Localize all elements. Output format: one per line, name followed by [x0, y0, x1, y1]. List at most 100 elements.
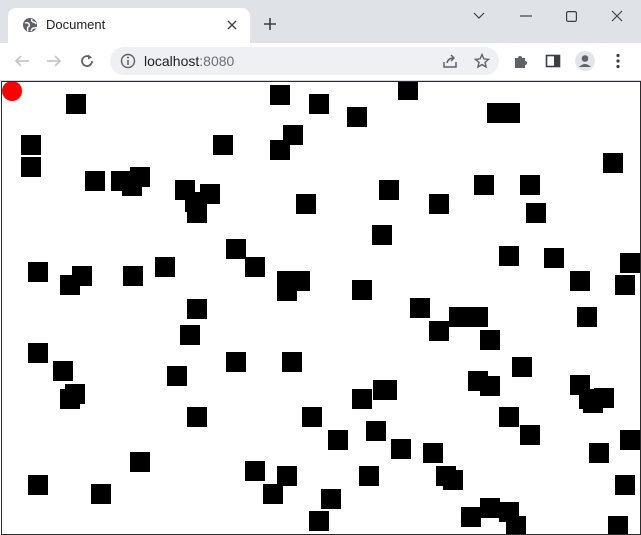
chevron-down-icon[interactable]	[459, 4, 499, 28]
obstacle-block	[366, 421, 386, 441]
obstacle-block	[577, 307, 597, 327]
obstacle-block	[500, 103, 520, 123]
obstacle-block	[213, 135, 233, 155]
obstacle-block	[615, 475, 635, 495]
obstacle-block	[480, 498, 500, 518]
maximize-icon[interactable]	[551, 4, 591, 28]
kebab-menu-icon[interactable]	[608, 51, 628, 71]
obstacle-block	[66, 94, 86, 114]
obstacle-block	[423, 443, 443, 463]
url-port: :8080	[199, 53, 235, 69]
profile-icon[interactable]	[575, 51, 595, 71]
obstacle-block	[91, 484, 111, 504]
obstacle-block	[155, 257, 175, 277]
obstacle-block	[187, 299, 207, 319]
obstacle-block	[443, 470, 463, 490]
url-host: localhost	[144, 53, 200, 69]
tab-document[interactable]: Document	[8, 8, 250, 43]
obstacle-block	[474, 175, 494, 195]
obstacle-block	[28, 343, 48, 363]
obstacle-block	[589, 443, 609, 463]
obstacle-block	[270, 140, 290, 160]
obstacle-block	[270, 85, 290, 105]
plus-icon[interactable]	[261, 15, 279, 33]
obstacle-block	[85, 171, 105, 191]
player-ball[interactable]	[2, 82, 22, 101]
obstacle-block	[594, 388, 614, 408]
obstacle-block	[347, 107, 367, 127]
obstacle-block	[296, 194, 316, 214]
game-field	[2, 82, 640, 534]
obstacle-block	[620, 430, 640, 450]
obstacle-block	[480, 376, 500, 396]
obstacle-block	[130, 452, 150, 472]
star-icon[interactable]	[472, 51, 492, 71]
obstacle-block	[352, 280, 372, 300]
obstacle-block	[277, 281, 297, 301]
obstacle-block	[309, 511, 329, 531]
obstacle-block	[328, 430, 348, 450]
obstacle-block	[123, 266, 143, 286]
obstacle-block	[461, 507, 481, 527]
obstacle-block	[263, 484, 283, 504]
obstacle-block	[122, 176, 142, 196]
obstacle-block	[53, 361, 73, 381]
obstacle-block	[21, 157, 41, 177]
back-arrow-icon[interactable]	[12, 51, 32, 71]
minimize-icon[interactable]	[506, 4, 546, 28]
forward-arrow-icon[interactable]	[44, 51, 64, 71]
obstacle-block	[359, 466, 379, 486]
obstacle-block	[187, 407, 207, 427]
obstacle-block	[302, 407, 322, 427]
obstacle-block	[187, 203, 207, 223]
globe-icon	[22, 17, 38, 33]
obstacle-block	[377, 380, 397, 400]
obstacle-block	[468, 307, 488, 327]
obstacle-block	[180, 325, 200, 345]
obstacle-block	[615, 275, 635, 295]
obstacle-block	[28, 262, 48, 282]
obstacle-block	[226, 239, 246, 259]
obstacle-block	[379, 180, 399, 200]
window-close-icon[interactable]	[597, 4, 637, 28]
obstacle-block	[620, 253, 640, 273]
browser-toolbar: localhost:8080	[0, 43, 641, 81]
obstacle-block	[245, 461, 265, 481]
obstacle-block	[429, 194, 449, 214]
obstacle-block	[570, 271, 590, 291]
obstacle-block	[245, 257, 265, 277]
obstacle-block	[449, 307, 469, 327]
url-text: localhost:8080	[144, 53, 234, 69]
obstacle-block	[372, 225, 392, 245]
obstacle-block	[480, 330, 500, 350]
share-icon[interactable]	[440, 51, 460, 71]
tab-strip: Document	[0, 0, 641, 43]
obstacle-block	[429, 321, 449, 341]
obstacle-block	[499, 407, 519, 427]
obstacle-block	[60, 275, 80, 295]
obstacle-block	[391, 439, 411, 459]
obstacle-block	[520, 175, 540, 195]
game-canvas[interactable]	[1, 81, 641, 535]
obstacle-block	[28, 475, 48, 495]
obstacle-block	[398, 82, 418, 100]
obstacle-block	[282, 352, 302, 372]
obstacle-block	[277, 466, 297, 486]
obstacle-block	[309, 94, 329, 114]
tab-title: Document	[46, 17, 106, 32]
obstacle-block	[520, 425, 540, 445]
obstacle-block	[506, 516, 526, 534]
reload-icon[interactable]	[77, 51, 97, 71]
info-icon[interactable]	[120, 53, 136, 69]
sidepanel-icon[interactable]	[543, 51, 563, 71]
puzzle-icon[interactable]	[511, 51, 531, 71]
close-icon[interactable]	[224, 17, 240, 33]
obstacle-block	[226, 352, 246, 372]
obstacle-block	[410, 298, 430, 318]
obstacle-block	[512, 357, 532, 377]
obstacle-block	[526, 203, 546, 223]
obstacle-block	[499, 246, 519, 266]
obstacle-block	[603, 153, 623, 173]
obstacle-block	[608, 516, 628, 534]
obstacle-block	[321, 489, 341, 509]
